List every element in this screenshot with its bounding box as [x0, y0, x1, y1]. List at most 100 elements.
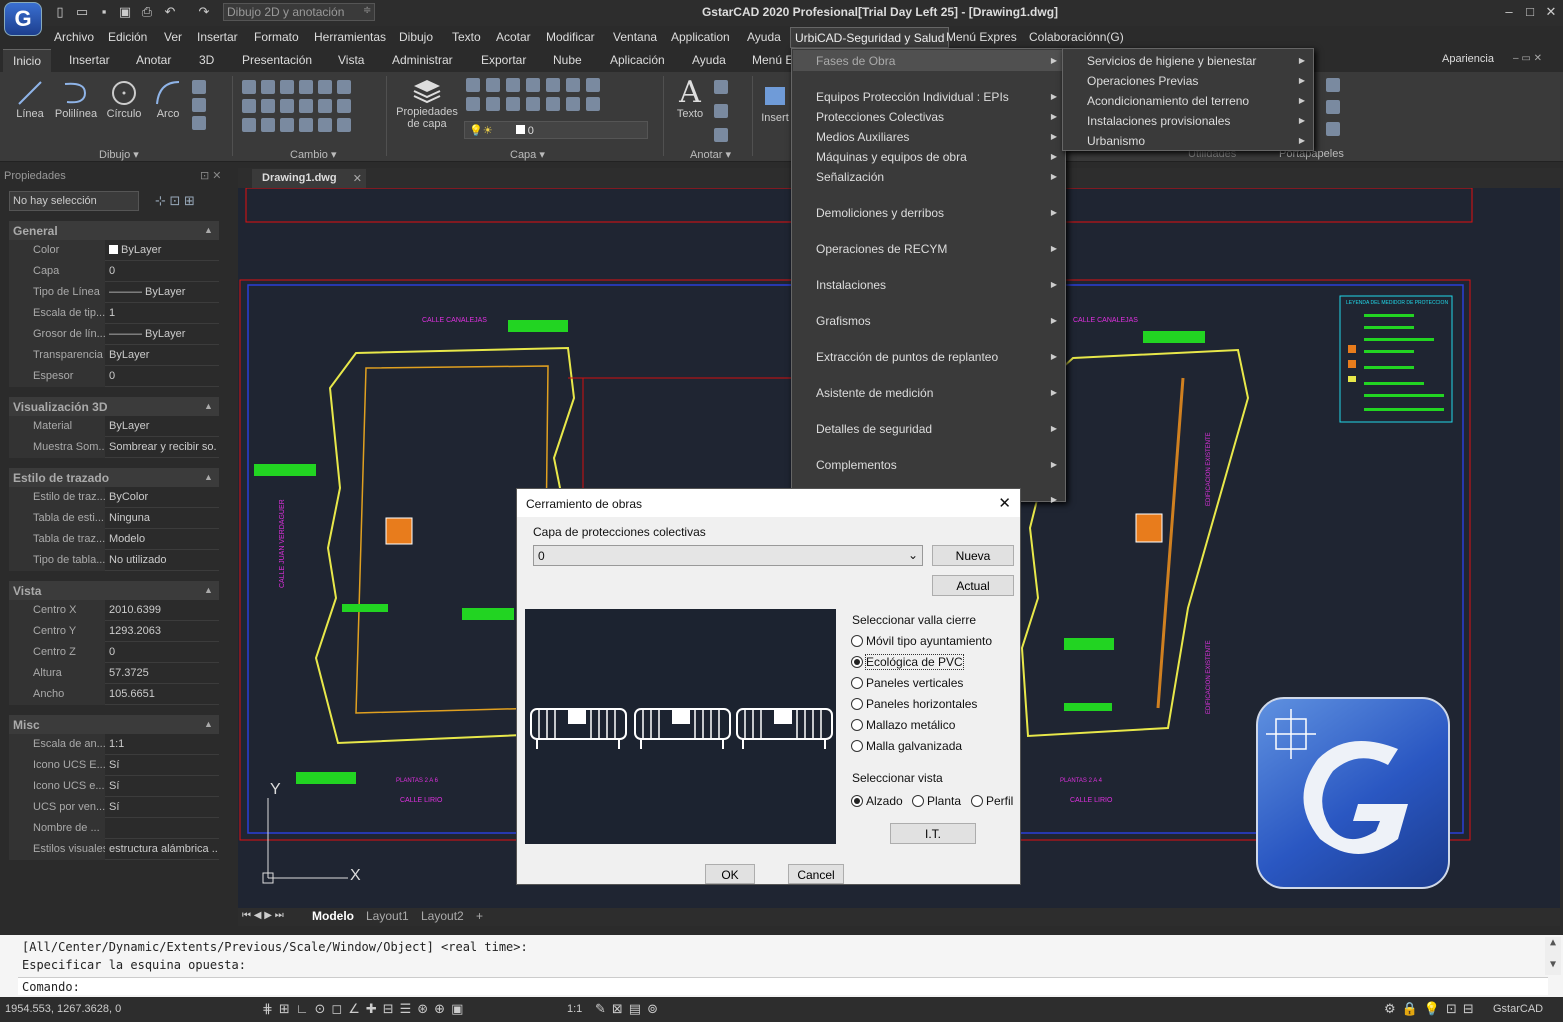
layout-tab-add[interactable]: + — [476, 909, 483, 923]
menu-expres[interactable]: Menú Expres — [946, 30, 1017, 44]
align-icon[interactable] — [318, 80, 332, 94]
valla-radio[interactable]: Paneles verticales — [851, 676, 963, 690]
close-tab-icon[interactable]: ✕ — [353, 172, 362, 185]
property-value[interactable]: Sombrear y recibir so... — [109, 441, 217, 453]
erase-icon[interactable] — [242, 80, 256, 94]
tab-inicio[interactable]: Inicio — [3, 49, 51, 72]
scale-icon[interactable] — [280, 99, 294, 113]
extend-icon[interactable] — [337, 80, 351, 94]
fases-submenu-item[interactable]: Operaciones Previas — [1087, 74, 1198, 88]
chamfer-icon[interactable] — [337, 118, 351, 132]
join-icon[interactable] — [318, 118, 332, 132]
property-group-1[interactable]: Visualización 3D — [9, 397, 219, 416]
urbicad-menu-item[interactable]: Protecciones Colectivas — [816, 110, 944, 124]
it-button[interactable]: I.T. — [890, 823, 976, 844]
cancel-button[interactable]: Cancel — [788, 864, 844, 884]
annotation-scale[interactable]: 1:1 — [567, 1003, 582, 1015]
property-row[interactable]: Estilos visuales estructura alámbrica ... — [9, 839, 219, 860]
urbicad-menu-item[interactable]: Fases de Obra — [816, 54, 895, 68]
fases-submenu-item[interactable]: Instalaciones provisionales — [1087, 114, 1230, 128]
radio-button-icon[interactable] — [851, 740, 863, 752]
property-row[interactable]: Espesor 0 — [9, 366, 219, 387]
workspace-dropdown-icon[interactable]: ≑ — [363, 5, 371, 16]
radio-button-icon[interactable] — [912, 795, 924, 807]
property-row[interactable]: Escala de an... 1:1 — [9, 734, 219, 755]
radio-button-icon[interactable] — [971, 795, 983, 807]
draw-small-tools[interactable] — [192, 80, 224, 130]
tab-anotar[interactable]: Anotar — [136, 53, 171, 67]
collapse-icon[interactable]: ▲ — [204, 472, 213, 482]
hatch-icon[interactable] — [192, 80, 206, 94]
property-value[interactable]: 57.3725 — [109, 667, 217, 679]
property-row[interactable]: Nombre de ... — [9, 818, 219, 839]
property-value[interactable]: No utilizado — [109, 554, 217, 566]
property-group-3[interactable]: Vista — [9, 581, 219, 600]
table-icon[interactable] — [714, 80, 728, 94]
capa-dropdown[interactable]: 0 ⌄ — [533, 545, 923, 566]
nueva-button[interactable]: Nueva — [932, 545, 1014, 566]
layer-tool-2-icon[interactable] — [486, 78, 500, 92]
valla-radio[interactable]: Móvil tipo ayuntamiento — [851, 634, 992, 648]
layout-tab-modelo[interactable]: Modelo — [312, 909, 354, 923]
layer-tool-12-icon[interactable] — [546, 97, 560, 111]
property-row[interactable]: Estilo de traz... ByColor — [9, 487, 219, 508]
layer-tool-6-icon[interactable] — [566, 78, 580, 92]
radio-button-icon[interactable] — [851, 656, 863, 668]
save-icon[interactable]: ▪ — [96, 4, 112, 20]
property-row[interactable]: Transparencia ByLayer — [9, 345, 219, 366]
rotate-icon[interactable] — [261, 118, 275, 132]
insertar-tool[interactable]: Insert — [758, 82, 792, 124]
property-row[interactable]: Tabla de esti... Ninguna — [9, 508, 219, 529]
select-objects-icons[interactable]: ⊹ ⊡ ⊞ — [155, 193, 195, 209]
fases-submenu-item[interactable]: Servicios de higiene y bienestar — [1087, 54, 1256, 68]
array-icon[interactable] — [280, 80, 294, 94]
apariencia-menu[interactable]: Apariencia — [1442, 53, 1494, 65]
tab-nube[interactable]: Nube — [553, 53, 582, 67]
leader-icon[interactable] — [714, 104, 728, 118]
property-value[interactable]: ByLayer — [109, 244, 217, 256]
property-row[interactable]: Centro X 2010.6399 — [9, 600, 219, 621]
collapse-icon[interactable]: ▲ — [204, 585, 213, 595]
clipboard-tools[interactable] — [1326, 78, 1340, 136]
property-value[interactable]: 0 — [109, 265, 217, 277]
modify-tools[interactable] — [242, 80, 351, 132]
layer-tool-7-icon[interactable] — [586, 78, 600, 92]
layout-nav-icons[interactable]: ⏮ ◀ ▶ ⏭ — [242, 910, 284, 921]
new-file-icon[interactable]: ▯ — [52, 4, 68, 20]
paste-icon[interactable] — [1326, 78, 1340, 92]
property-row[interactable]: Ancho 105.6651 — [9, 684, 219, 705]
layout-tab-layout1[interactable]: Layout1 — [366, 909, 409, 923]
offset-icon[interactable] — [261, 99, 275, 113]
layer-tool-13-icon[interactable] — [566, 97, 580, 111]
menu-archivo[interactable]: Archivo — [54, 30, 94, 44]
mirror-icon[interactable] — [242, 99, 256, 113]
ok-button[interactable]: OK — [705, 864, 755, 884]
valla-radio[interactable]: Paneles horizontales — [851, 697, 977, 711]
circulo-tool[interactable]: Círculo — [102, 78, 146, 120]
collapse-icon[interactable]: ▲ — [204, 401, 213, 411]
dimension-icon[interactable] — [714, 128, 728, 142]
tab-ayuda[interactable]: Ayuda — [692, 53, 726, 67]
tab-presentacion[interactable]: Presentación — [242, 53, 312, 67]
layer-tools[interactable] — [466, 78, 601, 111]
property-value[interactable]: 1 — [109, 307, 217, 319]
radio-button-icon[interactable] — [851, 698, 863, 710]
layer-tool-1-icon[interactable] — [466, 78, 480, 92]
property-value[interactable]: ——— ByLayer — [109, 328, 217, 340]
redo-icon[interactable]: ↷ — [196, 4, 212, 20]
drawing-tab[interactable]: Drawing1.dwg ✕ — [252, 169, 366, 188]
group-anotar-label[interactable]: Anotar ▾ — [690, 148, 731, 161]
property-value[interactable]: 105.6651 — [109, 688, 217, 700]
property-row[interactable]: Icono UCS e... Sí — [9, 776, 219, 797]
valla-radio[interactable]: Ecológica de PVC — [851, 654, 964, 670]
menu-insertar[interactable]: Insertar — [197, 30, 238, 44]
urbicad-menu-item[interactable]: Equipos Protección Individual : EPIs — [816, 90, 1009, 104]
menu-application[interactable]: Application — [671, 30, 730, 44]
property-group-4[interactable]: Misc — [9, 715, 219, 734]
tab-3d[interactable]: 3D — [199, 53, 214, 67]
region-icon[interactable] — [192, 116, 206, 130]
propiedades-capa-tool[interactable]: Propiedades de capa — [393, 76, 461, 130]
fases-submenu-item[interactable]: Acondicionamiento del terreno — [1087, 94, 1249, 108]
property-value[interactable]: ByColor — [109, 491, 217, 503]
property-row[interactable]: Escala de tip... 1 — [9, 303, 219, 324]
